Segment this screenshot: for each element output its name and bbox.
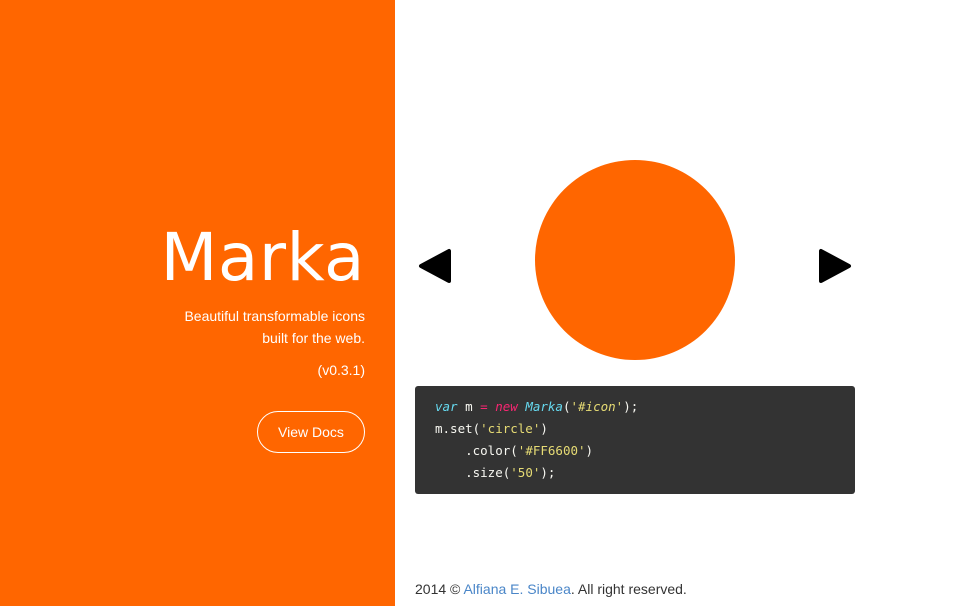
view-docs-button[interactable]: View Docs — [257, 411, 365, 453]
code-line-2: m.set('circle') — [435, 421, 548, 436]
previous-icon-button[interactable] — [417, 248, 453, 284]
triangle-left-icon — [419, 249, 451, 283]
footer-prefix: 2014 © — [415, 581, 464, 597]
tagline-line-1: Beautiful transformable icons — [184, 308, 365, 324]
code-line-4: .size('50'); — [465, 465, 556, 480]
version-label: (v0.3.1) — [317, 362, 365, 378]
next-icon-button[interactable] — [817, 248, 853, 284]
footer: 2014 © Alfiana E. Sibuea. All right rese… — [415, 580, 687, 598]
hero-panel: Marka Beautiful transformable icons buil… — [0, 0, 395, 606]
marka-demo-icon — [535, 160, 735, 360]
tagline: Beautiful transformable icons built for … — [105, 305, 365, 349]
tagline-line-2: built for the web. — [262, 330, 365, 346]
author-link[interactable]: Alfiana E. Sibuea — [463, 581, 570, 597]
code-example: var m = new Marka('#icon'); m.set('circl… — [415, 386, 855, 494]
circle-icon — [535, 160, 735, 360]
triangle-right-icon — [819, 249, 851, 283]
brand-title: Marka — [160, 219, 365, 296]
code-line-1: var m = new Marka('#icon'); — [435, 399, 639, 414]
code-line-3: .color('#FF6600') — [465, 443, 594, 458]
footer-suffix: . All right reserved. — [570, 581, 687, 597]
